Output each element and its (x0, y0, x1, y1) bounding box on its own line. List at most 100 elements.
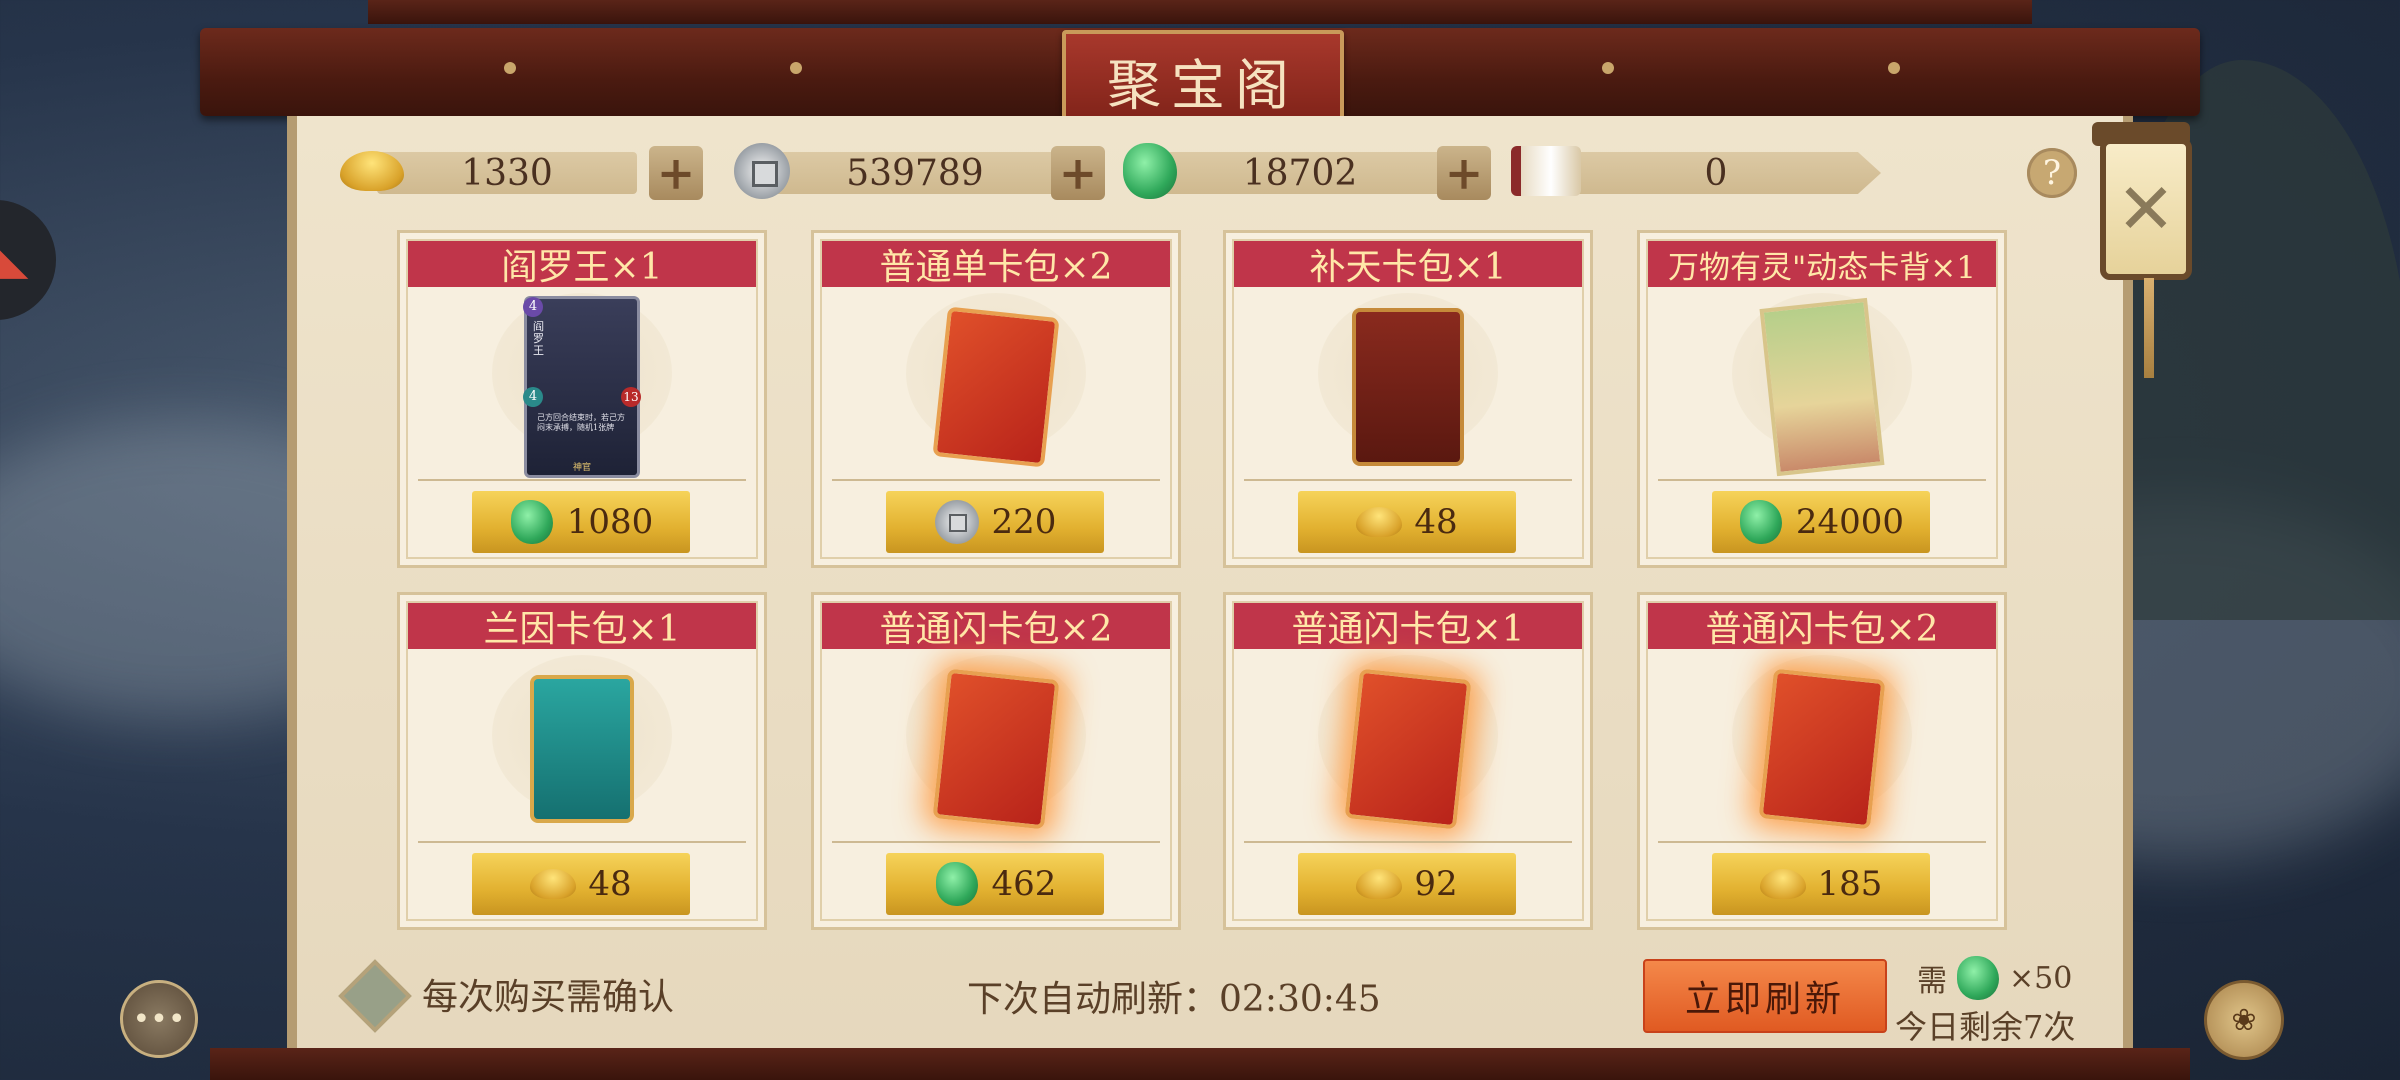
divider (832, 479, 1160, 481)
price-button[interactable]: 92 (1298, 853, 1516, 915)
divider (1244, 479, 1572, 481)
price-value: 220 (991, 502, 1057, 542)
confirm-checkbox[interactable] (338, 959, 412, 1033)
price-button[interactable]: 24000 (1712, 491, 1930, 553)
price-button[interactable]: 1080 (472, 491, 690, 553)
card-pack-art (932, 297, 1060, 477)
auto-refresh-time: 02:30:45 (1219, 979, 1381, 1020)
item-title: 兰因卡包×1 (408, 603, 756, 649)
price-value: 462 (991, 864, 1057, 904)
jade-icon (509, 499, 555, 545)
price-button[interactable]: 48 (1298, 491, 1516, 553)
lantern-tassel (2144, 278, 2154, 378)
shop-item-card[interactable]: 普通闪卡包×2 185 (1637, 592, 2007, 930)
item-title: 普通闪卡包×1 (1234, 603, 1582, 649)
price-value: 48 (588, 864, 632, 904)
price-value: 92 (1414, 864, 1458, 904)
item-title: 阎罗王×1 (408, 241, 756, 287)
card-pack-art (1348, 297, 1468, 477)
chat-button[interactable]: ••• (120, 980, 198, 1058)
currency-value: 18702 (1155, 152, 1445, 194)
gold-ingot-icon (337, 140, 407, 202)
card-pack-art (1758, 659, 1886, 839)
roof-beam (368, 0, 2032, 24)
shop-item-card[interactable]: 阎罗王×1 4 阎罗王 4 13 己方回合结束时，若己方闷末承搏，随机1张牌 神… (397, 230, 767, 568)
footer-beam (210, 1048, 2190, 1080)
hero-health: 13 (621, 387, 641, 407)
gold-ingot-icon (1356, 861, 1403, 907)
jade-icon (1115, 140, 1185, 202)
page-title: 聚宝阁 (1062, 30, 1344, 130)
beam-stud (790, 62, 802, 74)
card-pack-art (1344, 659, 1472, 839)
divider (832, 841, 1160, 843)
beam-stud (1602, 62, 1614, 74)
jade-icon (934, 861, 980, 907)
scroll-icon (1511, 140, 1581, 202)
add-gold-button[interactable]: + (649, 146, 703, 200)
hero-attack: 4 (523, 387, 543, 407)
item-title: 万物有灵"动态卡背×1 (1648, 241, 1996, 287)
divider (1658, 479, 1986, 481)
divider (418, 479, 746, 481)
auto-refresh-label: 下次自动刷新： (967, 979, 1220, 1020)
refresh-now-button[interactable]: 立即刷新 (1643, 959, 1887, 1033)
refresh-cost: 需 ×50 (1917, 956, 2072, 1000)
shop-item-card[interactable]: 万物有灵"动态卡背×1 24000 (1637, 230, 2007, 568)
currency-gold: 1330 + (337, 146, 707, 200)
side-menu-tab[interactable]: ◣ (0, 200, 56, 320)
add-silver-button[interactable]: + (1051, 146, 1105, 200)
shop-panel: 1330 + 539789 + 18702 + 0 ? 阎罗王×1 4 阎罗王 … (287, 116, 2133, 1056)
gold-ingot-icon (1356, 499, 1403, 545)
price-button[interactable]: 462 (886, 853, 1104, 915)
price-value: 1080 (566, 502, 654, 542)
shop-item-card[interactable]: 兰因卡包×1 48 (397, 592, 767, 930)
need-cost: ×50 (2009, 960, 2073, 996)
hero-footer: 神官 (572, 463, 591, 473)
shop-item-card[interactable]: 普通单卡包×2 220 (811, 230, 1181, 568)
item-title: 普通闪卡包×2 (822, 603, 1170, 649)
jade-icon (1738, 499, 1784, 545)
price-value: 24000 (1795, 502, 1905, 542)
add-jade-button[interactable]: + (1437, 146, 1491, 200)
item-title: 普通闪卡包×2 (1648, 603, 1996, 649)
divider (418, 841, 746, 843)
close-button[interactable]: ✕ (2100, 138, 2192, 280)
price-value: 185 (1817, 864, 1883, 904)
price-button[interactable]: 220 (886, 491, 1104, 553)
gold-ingot-icon (530, 861, 577, 907)
card-pack-art (932, 659, 1060, 839)
jade-icon (1957, 956, 1999, 1000)
shop-item-card[interactable]: 补天卡包×1 48 (1223, 230, 1593, 568)
item-title: 补天卡包×1 (1234, 241, 1582, 287)
currency-silver: 539789 + (727, 143, 1117, 200)
item-title: 普通单卡包×2 (822, 241, 1170, 287)
currency-scroll: 0 (1511, 146, 1881, 198)
card-back-art (1759, 297, 1885, 477)
need-label: 需 (1917, 964, 1947, 999)
help-button[interactable]: ? (2027, 148, 2077, 198)
silver-coin-icon (727, 140, 797, 202)
currency-value: 539789 (767, 152, 1063, 194)
price-button[interactable]: 48 (472, 853, 690, 915)
currency-value: 1330 (377, 152, 637, 194)
silver-coin-icon (934, 499, 980, 545)
hero-card-art: 4 阎罗王 4 13 己方回合结束时，若己方闷末承搏，随机1张牌 神官 (522, 296, 642, 478)
hero-text: 己方回合结束时，若己方闷末承搏，随机1张牌 (537, 413, 625, 432)
hero-name: 阎罗王 (533, 320, 544, 357)
hero-cost: 4 (523, 297, 543, 317)
divider (1244, 841, 1572, 843)
currency-value: 0 (1551, 152, 1881, 194)
currency-jade: 18702 + (1115, 143, 1505, 200)
price-button[interactable]: 185 (1712, 853, 1930, 915)
shop-item-card[interactable]: 普通闪卡包×1 92 (1223, 592, 1593, 930)
gold-ingot-icon (1759, 861, 1806, 907)
remaining-refreshes: 今日剩余7次 (1895, 1008, 2076, 1046)
beam-stud (504, 62, 516, 74)
divider (1658, 841, 1986, 843)
corner-menu-button[interactable]: ❀ (2204, 980, 2284, 1060)
card-pack-art (522, 659, 642, 839)
confirm-label: 每次购买需确认 (422, 977, 675, 1018)
price-value: 48 (1414, 502, 1458, 542)
shop-item-card[interactable]: 普通闪卡包×2 462 (811, 592, 1181, 930)
